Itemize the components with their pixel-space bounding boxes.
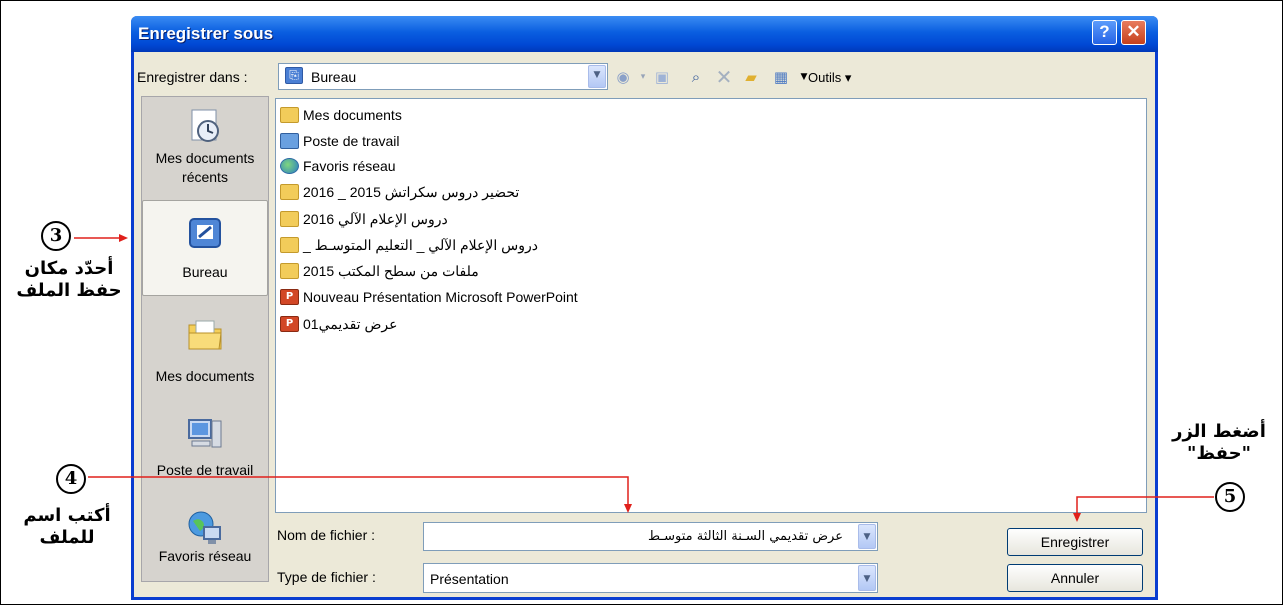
- annotation-arrows: [74, 234, 1214, 522]
- step-5-arrowhead: [1073, 513, 1081, 522]
- step-5-arrow: [1076, 496, 1214, 514]
- step-4-arrowhead: [624, 504, 632, 513]
- step-3-arrowhead: [119, 234, 128, 242]
- step-4-arrow: [88, 476, 629, 506]
